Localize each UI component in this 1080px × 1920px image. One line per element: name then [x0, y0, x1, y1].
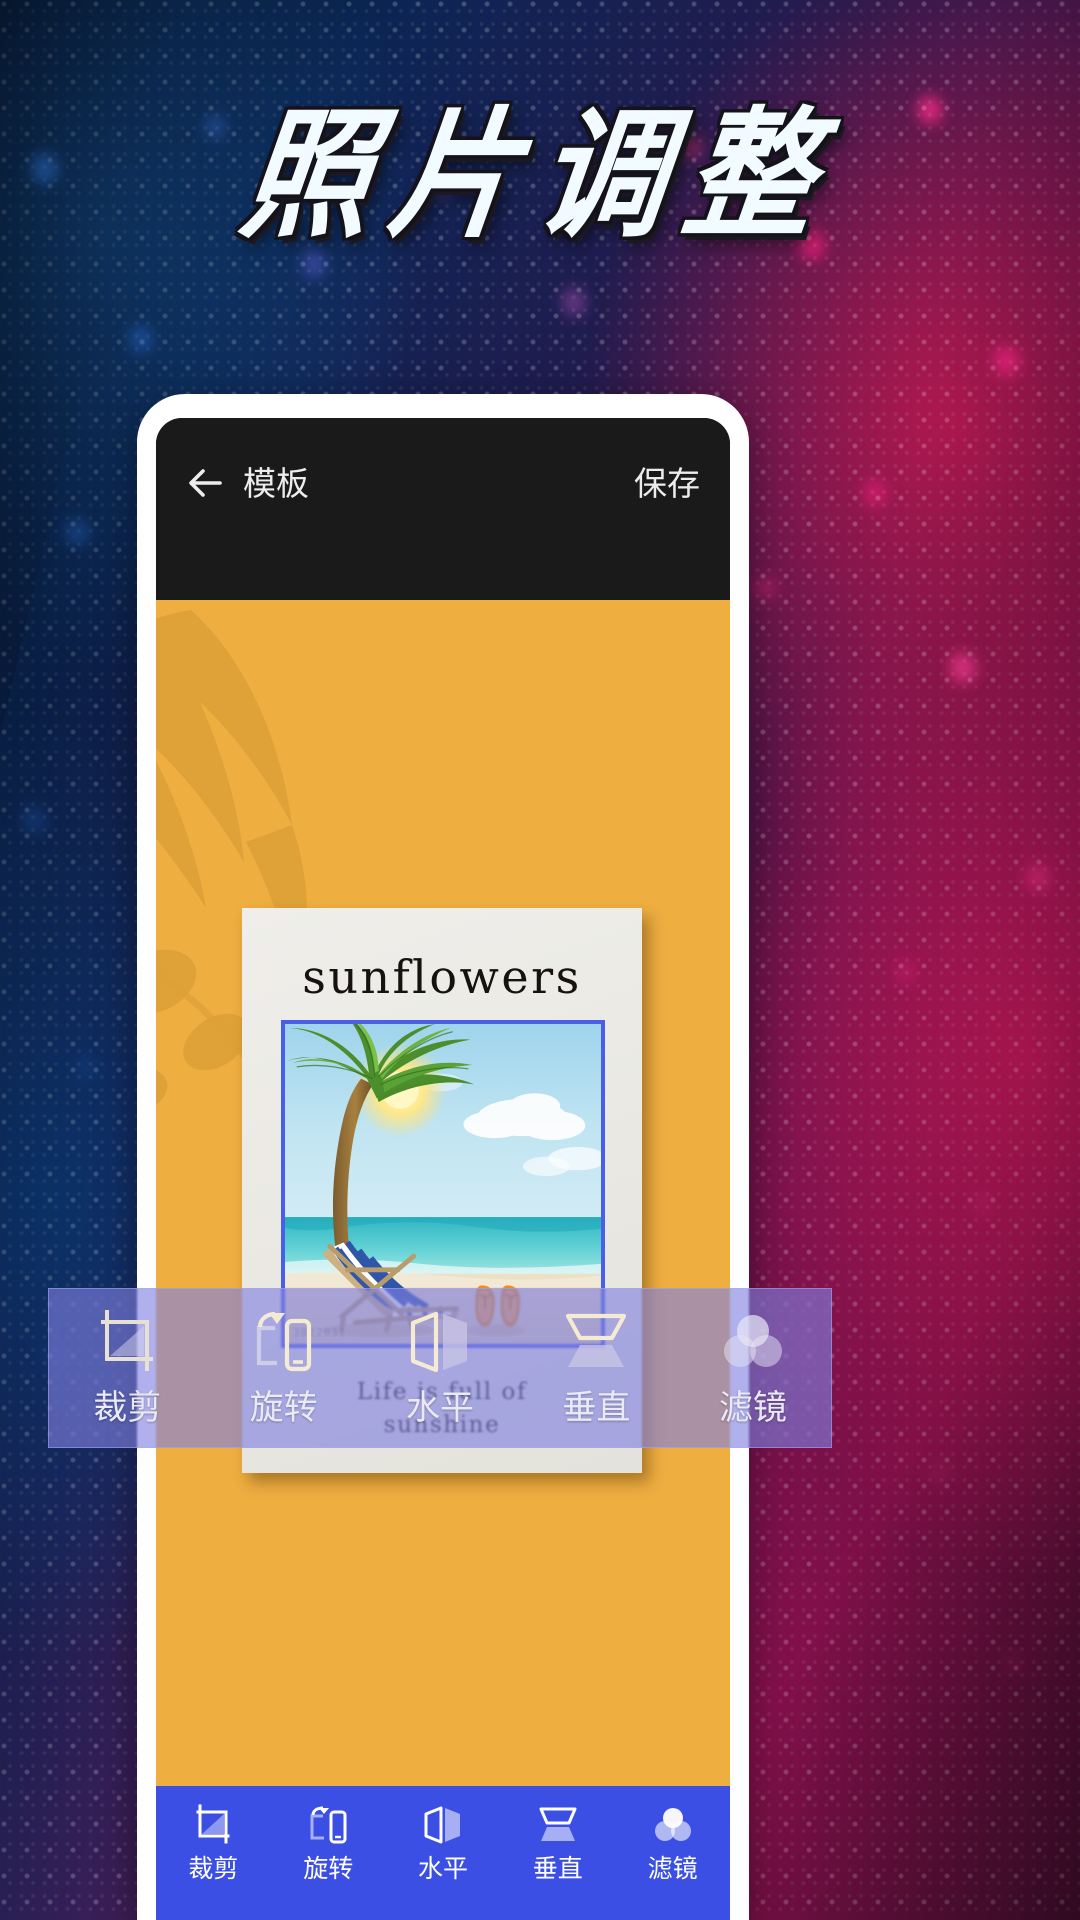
bottom-nav-label-flip-h: 水平 [417, 1855, 468, 1883]
overlay-item-crop[interactable]: 裁剪 [49, 1309, 205, 1425]
bottom-nav-label-rotate: 旋转 [303, 1855, 354, 1883]
save-button[interactable]: 保存 [634, 466, 700, 500]
flip-horizontal-icon [422, 1804, 464, 1846]
bottom-nav-label-crop: 裁剪 [188, 1855, 239, 1883]
bottom-nav-item-filter[interactable]: 滤镜 [615, 1804, 730, 1882]
phone-screen: 模板 保存 sunflowers 裁剪 旋转 水平 垂直 滤镜 [156, 418, 730, 1920]
overlay-label-flip-v: 垂直 [562, 1389, 631, 1427]
rotate-icon [307, 1804, 349, 1846]
overlay-item-rotate[interactable]: 旋转 [205, 1309, 361, 1425]
bottom-nav-item-flip-h[interactable]: 水平 [386, 1804, 501, 1882]
phone-mockup: 模板 保存 sunflowers 裁剪 旋转 水平 垂直 滤镜 [137, 394, 749, 1920]
editor-canvas[interactable]: sunflowers 裁剪 旋转 水平 垂直 滤镜 [156, 600, 730, 1920]
flip-horizontal-icon [407, 1309, 473, 1375]
flip-vertical-icon [563, 1309, 629, 1375]
filter-circles-icon [652, 1804, 694, 1846]
hero-title-block: 照片调整 [0, 72, 1080, 258]
overlay-toolbar-callout: 裁剪 旋转 水平 垂直 滤镜 [48, 1288, 832, 1448]
overlay-label-flip-h: 水平 [406, 1389, 475, 1427]
bottom-nav-item-flip-v[interactable]: 垂直 [500, 1804, 615, 1882]
bottom-nav-label-filter: 滤镜 [647, 1855, 698, 1883]
bottom-nav-item-rotate[interactable]: 旋转 [271, 1804, 386, 1882]
filter-circles-icon [720, 1309, 786, 1375]
bottom-toolbar: 裁剪 旋转 水平 垂直 滤镜 [156, 1786, 730, 1920]
bottom-nav-label-flip-v: 垂直 [532, 1855, 583, 1883]
overlay-item-flip-v[interactable]: 垂直 [518, 1309, 674, 1425]
overlay-item-filter[interactable]: 滤镜 [675, 1309, 831, 1425]
app-header: 模板 保存 [156, 418, 730, 600]
crop-icon [94, 1309, 160, 1375]
header-left-group[interactable]: 模板 [186, 466, 309, 500]
header-title: 模板 [243, 464, 309, 502]
bottom-nav-item-crop[interactable]: 裁剪 [156, 1804, 271, 1882]
flip-vertical-icon [537, 1804, 579, 1846]
overlay-label-crop: 裁剪 [93, 1389, 162, 1427]
overlay-label-filter: 滤镜 [718, 1389, 787, 1427]
poster-title: sunflowers [302, 950, 582, 1004]
overlay-item-flip-h[interactable]: 水平 [362, 1309, 518, 1425]
rotate-icon [251, 1309, 317, 1375]
arrow-left-icon[interactable] [186, 466, 226, 500]
overlay-label-rotate: 旋转 [249, 1389, 318, 1427]
crop-icon [192, 1804, 234, 1846]
page-title: 照片调整 [233, 93, 844, 258]
